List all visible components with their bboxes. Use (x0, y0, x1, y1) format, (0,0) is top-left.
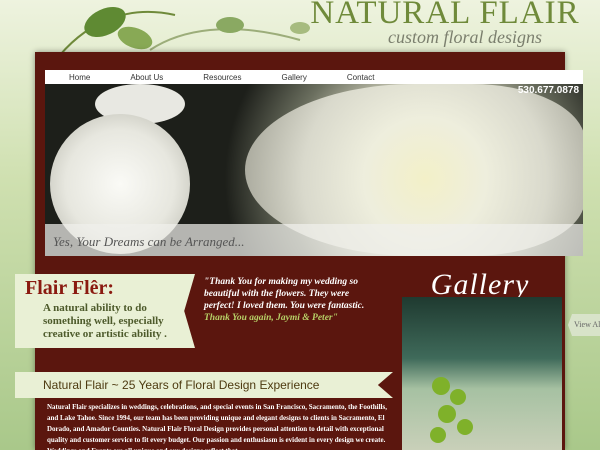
decor-ball (432, 377, 450, 395)
section-heading: Natural Flair ~ 25 Years of Floral Desig… (43, 378, 320, 392)
testimonial-quote: "Thank You for making my wedding so beau… (204, 277, 365, 311)
nav-resources[interactable]: Resources (203, 73, 241, 82)
decor-ball (430, 427, 446, 443)
hero-banner: 530.677.0878 Yes, Your Dreams can be Arr… (45, 84, 583, 256)
brand-logo[interactable]: NATURAL FLAIR custom floral designs (300, 0, 590, 48)
intro-text: Natural Flair specializes in weddings, c… (47, 403, 387, 450)
decor-ball (450, 389, 466, 405)
testimonial-signature: Thank You again, Jaymi & Peter" (204, 313, 338, 323)
gallery-image[interactable] (402, 297, 562, 450)
nav-about-us[interactable]: About Us (130, 73, 163, 82)
flair-heading: Flair Flêr: (25, 277, 115, 299)
brand-title: NATURAL FLAIR (310, 0, 580, 31)
flair-definition: A natural ability to do something well, … (43, 302, 167, 340)
nav-contact[interactable]: Contact (347, 73, 375, 82)
decor-ball (457, 419, 473, 435)
nav-home[interactable]: Home (69, 73, 90, 82)
phone-number: 530.677.0878 (517, 85, 579, 96)
decor-ball (438, 405, 456, 423)
main-nav: Home About Us Resources Gallery Contact (45, 70, 583, 84)
view-all-tab[interactable]: View All (568, 314, 600, 336)
hero-caption: Yes, Your Dreams can be Arranged... (45, 224, 583, 256)
flair-definition-ribbon: Flair Flêr: A natural ability to do some… (15, 274, 195, 348)
testimonial: "Thank You for making my wedding so beau… (204, 276, 374, 324)
section-ribbon: Natural Flair ~ 25 Years of Floral Desig… (15, 372, 393, 398)
nav-gallery[interactable]: Gallery (282, 73, 307, 82)
